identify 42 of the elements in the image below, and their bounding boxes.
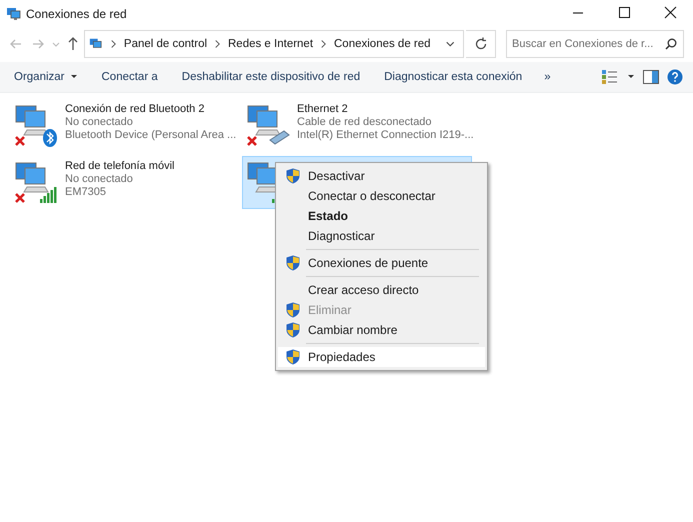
toolbar-button[interactable]: Organizar: [6, 67, 86, 87]
window-title: Conexiones de red: [26, 7, 127, 21]
menu-item[interactable]: Conexiones de puente: [278, 253, 485, 273]
menu-item[interactable]: Desactivar: [278, 166, 485, 186]
connection-name[interactable]: Conexión de red Bluetooth 2: [65, 103, 236, 115]
toolbar-button[interactable]: Diagnosticar esta conexión: [376, 67, 530, 87]
chevron-down-icon[interactable]: [444, 39, 455, 49]
menu-item[interactable]: Crear acceso directo: [278, 280, 485, 300]
refresh-button[interactable]: [466, 30, 496, 58]
breadcrumb[interactable]: Redes e Internet: [228, 38, 314, 50]
menu-item[interactable]: Propiedades: [278, 347, 485, 367]
breadcrumb[interactable]: Conexiones de red: [334, 38, 431, 50]
menu-item[interactable]: Cambiar nombre: [278, 320, 485, 340]
search-field[interactable]: Buscar en Conexiones de r...: [506, 30, 684, 58]
device-name: Intel(R) Ethernet Connection I219-...: [297, 129, 474, 141]
refresh-icon: [474, 37, 488, 51]
caret-icon[interactable]: [627, 74, 635, 80]
connection-status: Cable de red desconectado: [297, 116, 433, 128]
device-name: EM7305: [65, 186, 107, 198]
view-options-icon[interactable]: [601, 69, 619, 85]
connection-name[interactable]: Red de telefonía móvil: [65, 160, 174, 172]
toolbar-button[interactable]: Conectar a: [94, 67, 166, 87]
breadcrumb[interactable]: Panel de control: [124, 38, 208, 50]
menu-item[interactable]: Diagnosticar: [278, 226, 485, 246]
connection-status: No conectado: [65, 173, 134, 185]
chevron-right-icon: [320, 39, 327, 49]
device-name: Bluetooth Device (Personal Area ...: [65, 129, 236, 141]
help-icon[interactable]: [667, 69, 683, 85]
connection-name[interactable]: Ethernet 2: [297, 103, 474, 115]
caret-icon: [70, 74, 78, 80]
address-bar[interactable]: Panel de control Redes e Internet Conexiones de red: [84, 30, 464, 58]
menu-item[interactable]: Estado: [278, 206, 485, 226]
more-button[interactable]: »: [538, 67, 557, 87]
chevron-right-icon: [214, 39, 221, 49]
search-icon: [665, 38, 677, 50]
toolbar-button[interactable]: Deshabilitar este dispositivo de red: [174, 67, 368, 87]
network-icon: [6, 7, 22, 21]
connection-status: No conectado: [65, 116, 134, 128]
preview-pane-icon[interactable]: [643, 70, 659, 84]
network-icon: [89, 37, 103, 51]
chevron-right-icon: [110, 39, 117, 49]
menu-item[interactable]: Conectar o desconectar: [278, 186, 485, 206]
